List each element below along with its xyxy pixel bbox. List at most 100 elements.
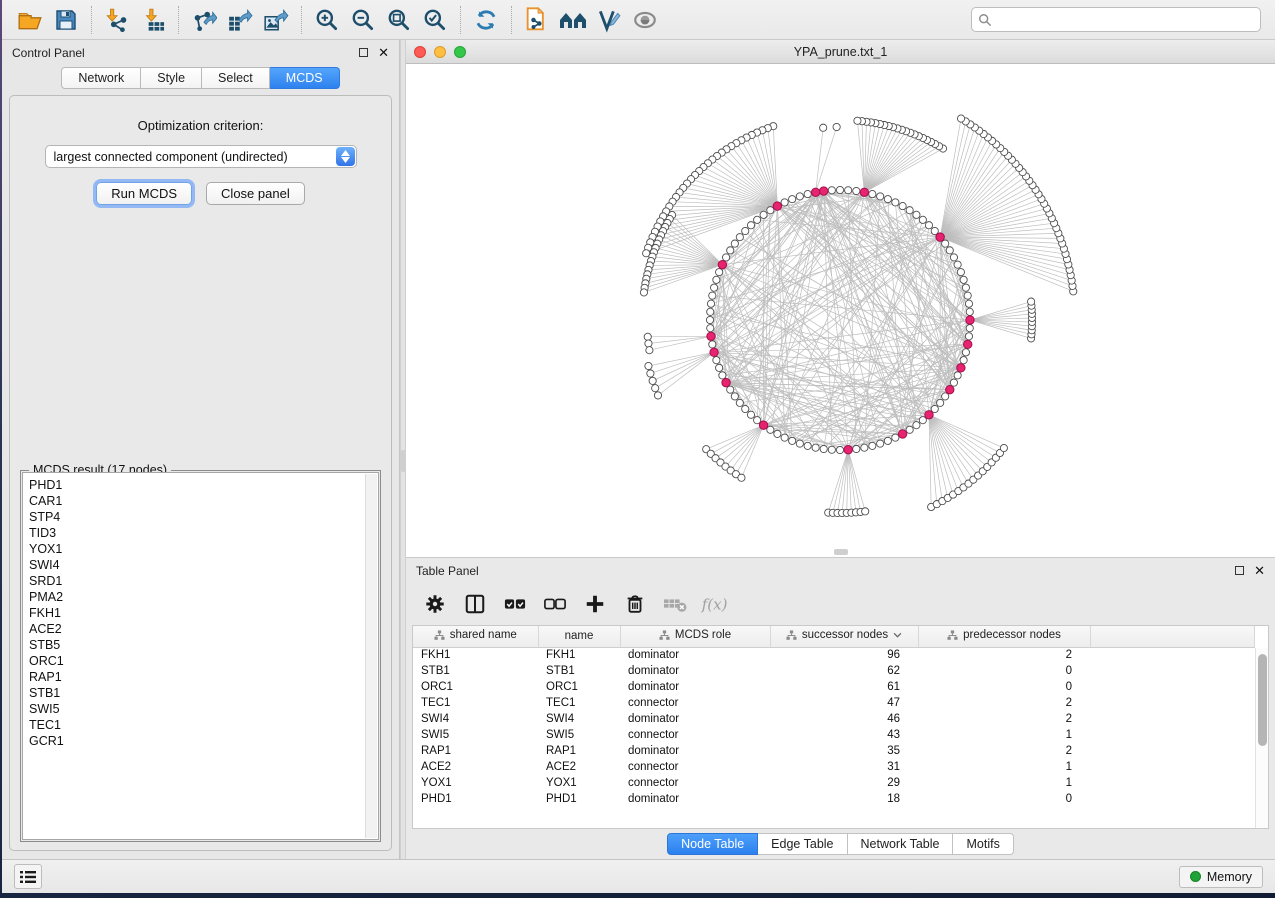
ring-node[interactable] <box>845 187 852 194</box>
ring-node[interactable] <box>942 393 949 400</box>
show-hide-button[interactable] <box>627 4 663 36</box>
ring-node[interactable] <box>966 325 973 332</box>
ring-node[interactable] <box>828 446 835 453</box>
ring-node[interactable] <box>960 276 967 283</box>
ring-node[interactable] <box>731 393 738 400</box>
result-node-item[interactable]: RAP1 <box>29 669 378 685</box>
column-header-name[interactable]: name <box>538 626 620 647</box>
column-header-successor-nodes[interactable]: successor nodes <box>770 626 918 647</box>
table-row[interactable]: RAP1RAP1dominator352 <box>413 743 1255 759</box>
search-input[interactable] <box>996 13 1254 27</box>
ring-node[interactable] <box>836 186 843 193</box>
ring-node[interactable] <box>964 292 971 299</box>
table-row[interactable]: SWI4SWI4dominator462 <box>413 711 1255 727</box>
leaf-node[interactable] <box>654 392 661 399</box>
ring-node[interactable] <box>727 386 734 393</box>
mcds-hub-node[interactable] <box>820 187 828 195</box>
float-window-icon[interactable] <box>1235 566 1244 575</box>
leaf-node[interactable] <box>820 124 827 131</box>
ring-node[interactable] <box>861 444 868 451</box>
ring-node[interactable] <box>747 411 754 418</box>
ring-node[interactable] <box>716 364 723 371</box>
ring-node[interactable] <box>950 379 957 386</box>
ring-node[interactable] <box>853 445 860 452</box>
result-node-item[interactable]: YOX1 <box>29 541 378 557</box>
tab-mcds[interactable]: MCDS <box>270 67 340 89</box>
leaf-node[interactable] <box>1000 444 1007 451</box>
ring-node[interactable] <box>716 269 723 276</box>
new-network-from-file-button[interactable] <box>519 4 555 36</box>
ring-node[interactable] <box>828 187 835 194</box>
mcds-hub-node[interactable] <box>710 348 718 356</box>
export-table-button[interactable] <box>222 4 258 36</box>
ring-node[interactable] <box>727 247 734 254</box>
function-builder-button[interactable]: f(x) <box>700 589 730 619</box>
ring-node[interactable] <box>957 269 964 276</box>
ring-node[interactable] <box>869 442 876 449</box>
table-row[interactable]: PHD1PHD1dominator180 <box>413 791 1255 807</box>
tab-network[interactable]: Network <box>61 67 141 89</box>
ring-node[interactable] <box>962 284 969 291</box>
ring-node[interactable] <box>906 426 913 433</box>
run-mcds-button[interactable]: Run MCDS <box>96 182 192 205</box>
result-node-item[interactable]: PHD1 <box>29 477 378 493</box>
ring-node[interactable] <box>742 227 749 234</box>
ring-node[interactable] <box>804 190 811 197</box>
ring-node[interactable] <box>899 202 906 209</box>
tab-node-table[interactable]: Node Table <box>667 833 758 855</box>
ring-node[interactable] <box>884 437 891 444</box>
ring-node[interactable] <box>754 216 761 223</box>
result-node-item[interactable]: CAR1 <box>29 493 378 509</box>
mcds-hub-node[interactable] <box>722 378 730 386</box>
ring-node[interactable] <box>804 442 811 449</box>
ring-node[interactable] <box>789 196 796 203</box>
table-scrollbar[interactable] <box>1255 648 1268 828</box>
mcds-hub-node[interactable] <box>946 385 954 393</box>
ring-node[interactable] <box>713 357 720 364</box>
ring-node[interactable] <box>946 247 953 254</box>
mcds-hub-node[interactable] <box>707 332 715 340</box>
ring-node[interactable] <box>966 308 973 315</box>
deselect-all-rows-button[interactable] <box>540 589 570 619</box>
mcds-hub-node[interactable] <box>966 316 974 324</box>
tab-style[interactable]: Style <box>141 67 202 89</box>
column-header-shared-name[interactable]: shared name <box>413 626 538 647</box>
mcds-hub-node[interactable] <box>718 260 726 268</box>
ring-node[interactable] <box>812 444 819 451</box>
ring-node[interactable] <box>760 211 767 218</box>
show-columns-button[interactable] <box>460 589 490 619</box>
result-node-item[interactable]: GCR1 <box>29 733 378 749</box>
result-node-item[interactable]: TEC1 <box>29 717 378 733</box>
delete-column-button[interactable] <box>620 589 650 619</box>
criterion-dropdown[interactable]: largest connected component (undirected) <box>45 145 357 168</box>
leaf-node[interactable] <box>646 347 653 354</box>
mcds-hub-node[interactable] <box>759 421 767 429</box>
ring-node[interactable] <box>742 405 749 412</box>
leaf-node[interactable] <box>645 340 652 347</box>
table-row[interactable]: ACE2ACE2connector311 <box>413 759 1255 775</box>
leaf-node[interactable] <box>652 385 659 392</box>
result-node-item[interactable]: SRD1 <box>29 573 378 589</box>
ring-node[interactable] <box>937 399 944 406</box>
result-node-item[interactable]: STP4 <box>29 509 378 525</box>
mcds-hub-node[interactable] <box>963 340 971 348</box>
leaf-node[interactable] <box>649 377 656 384</box>
open-file-button[interactable] <box>12 4 48 36</box>
zoom-fit-button[interactable] <box>381 4 417 36</box>
close-panel-icon[interactable]: ✕ <box>378 48 389 57</box>
ring-node[interactable] <box>709 341 716 348</box>
ring-node[interactable] <box>892 434 899 441</box>
ring-node[interactable] <box>736 234 743 241</box>
save-session-button[interactable] <box>48 4 84 36</box>
ring-node[interactable] <box>719 372 726 379</box>
ring-node[interactable] <box>820 445 827 452</box>
result-node-item[interactable]: ACE2 <box>29 621 378 637</box>
ring-node[interactable] <box>789 437 796 444</box>
ring-node[interactable] <box>892 199 899 206</box>
ring-node[interactable] <box>796 193 803 200</box>
table-row[interactable]: YOX1YOX1connector291 <box>413 775 1255 791</box>
tab-motifs[interactable]: Motifs <box>953 833 1013 855</box>
mcds-hub-node[interactable] <box>773 202 781 210</box>
leaf-node[interactable] <box>957 115 964 122</box>
mcds-hub-node[interactable] <box>898 430 906 438</box>
